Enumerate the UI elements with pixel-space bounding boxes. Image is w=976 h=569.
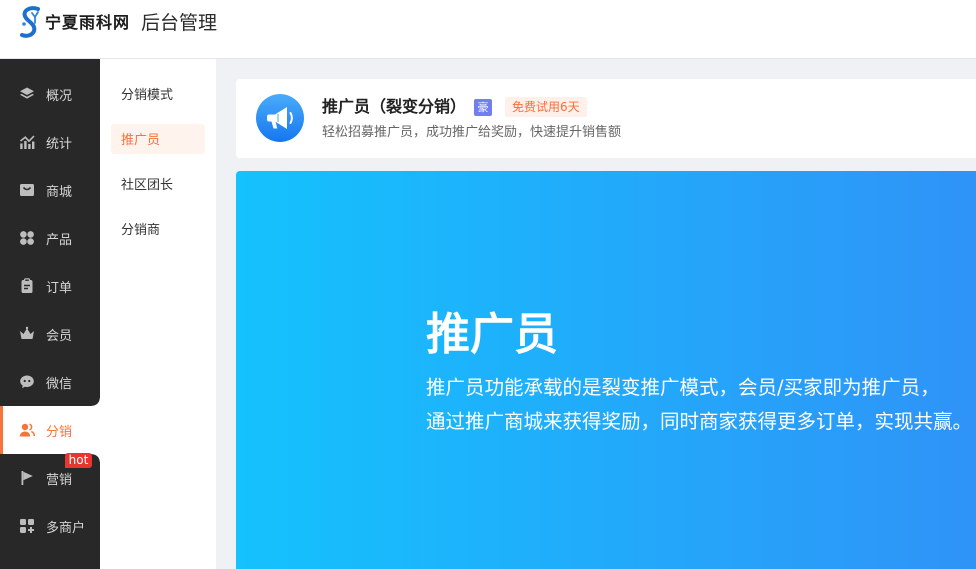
grid-icon — [19, 230, 35, 246]
sidebar-item-label: 统计 — [46, 136, 73, 152]
subnav-item-distributor[interactable]: 分销商 — [100, 206, 216, 251]
layers-icon — [19, 86, 35, 102]
wechat-icon — [19, 374, 35, 390]
megaphone-icon — [256, 94, 304, 142]
sidebar-item-label: 概况 — [46, 88, 73, 104]
sidebar-item-shop[interactable]: 商城 — [0, 166, 100, 214]
logo-icon — [20, 6, 40, 38]
sidebar-item-wechat[interactable]: 微信 — [0, 358, 100, 406]
top-header: 宁夏雨科网 后台管理 — [0, 0, 976, 59]
trial-badge: 免费试用6天 — [505, 97, 587, 117]
sidebar-item-label: 多商户 — [46, 520, 86, 536]
sidebar-item-members[interactable]: 会员 — [0, 310, 100, 358]
banner-line: 推广员功能承载的是裂变推广模式，会员/买家即为推广员， — [426, 376, 940, 399]
edition-badge: 豪 — [474, 98, 493, 116]
sidebar-item-label: 分销 — [46, 424, 73, 440]
subnav-item-label: 推广员 — [111, 123, 205, 154]
chart-icon — [19, 134, 35, 150]
flag-icon — [19, 470, 35, 486]
subnav-item-label: 分销商 — [121, 223, 161, 238]
sidebar-item-label: 微信 — [46, 376, 73, 392]
main-sidebar: 概况 统计 商城 产品 订单 会员 微信 分销 hot 营销 多商户 — [0, 59, 100, 569]
add-box-icon — [19, 518, 35, 534]
banner-text: 推广员功能承载的是裂变推广模式，会员/买家即为推广员， 通过推广商城来获得奖励，… — [426, 371, 972, 439]
logo[interactable]: 宁夏雨科网 — [16, 4, 130, 42]
subnav-item-label: 社区团长 — [121, 178, 174, 193]
subnav-item-promoter[interactable]: 推广员 — [100, 116, 216, 161]
sidebar-item-products[interactable]: 产品 — [0, 214, 100, 262]
sidebar-item-overview[interactable]: 概况 — [0, 70, 100, 118]
hot-badge: hot — [65, 453, 92, 468]
card-description: 轻松招募推广员，成功推广给奖励，快速提升销售额 — [322, 125, 622, 140]
users-icon — [19, 422, 35, 438]
plugin-info-card: 推广员（裂变分销） 豪 免费试用6天 轻松招募推广员，成功推广给奖励，快速提升销… — [236, 79, 976, 158]
sidebar-item-statistics[interactable]: 统计 — [0, 118, 100, 166]
banner-line: 通过推广商城来获得奖励，同时商家获得更多订单，实现共赢。 — [426, 410, 973, 433]
subnav-item-community-leader[interactable]: 社区团长 — [100, 161, 216, 206]
header-title: 后台管理 — [141, 12, 218, 34]
sidebar-item-label: 会员 — [46, 328, 73, 344]
sub-navigation: 分销模式 推广员 社区团长 分销商 — [100, 59, 216, 569]
admin-page: 宁夏雨科网 后台管理 概况 统计 商城 产品 订单 会员 微信 分销 hot 营… — [0, 0, 976, 569]
logo-text: 宁夏雨科网 — [45, 13, 131, 32]
sidebar-item-marketing[interactable]: hot 营销 — [0, 453, 100, 502]
sidebar-item-label: 产品 — [46, 232, 73, 248]
sidebar-item-multi-merchant[interactable]: 多商户 — [0, 502, 100, 550]
banner-title: 推广员 — [426, 309, 558, 360]
active-indicator — [0, 406, 3, 454]
sidebar-item-label: 商城 — [46, 184, 73, 200]
crown-icon — [19, 326, 35, 342]
sidebar-item-distribution[interactable]: 分销 — [0, 398, 100, 462]
card-title: 推广员（裂变分销） — [322, 97, 467, 116]
sidebar-item-label: 订单 — [46, 280, 73, 296]
subnav-item-distribution-mode[interactable]: 分销模式 — [100, 71, 216, 116]
card-title-row: 推广员（裂变分销） 豪 免费试用6天 — [322, 96, 587, 118]
sidebar-item-orders[interactable]: 订单 — [0, 262, 100, 310]
sidebar-item-label: 营销 — [46, 472, 73, 488]
subnav-item-label: 分销模式 — [121, 88, 174, 103]
promo-banner: 推广员 推广员功能承载的是裂变推广模式，会员/买家即为推广员， 通过推广商城来获… — [236, 171, 976, 569]
clipboard-icon — [19, 278, 35, 294]
shop-icon — [19, 182, 35, 198]
